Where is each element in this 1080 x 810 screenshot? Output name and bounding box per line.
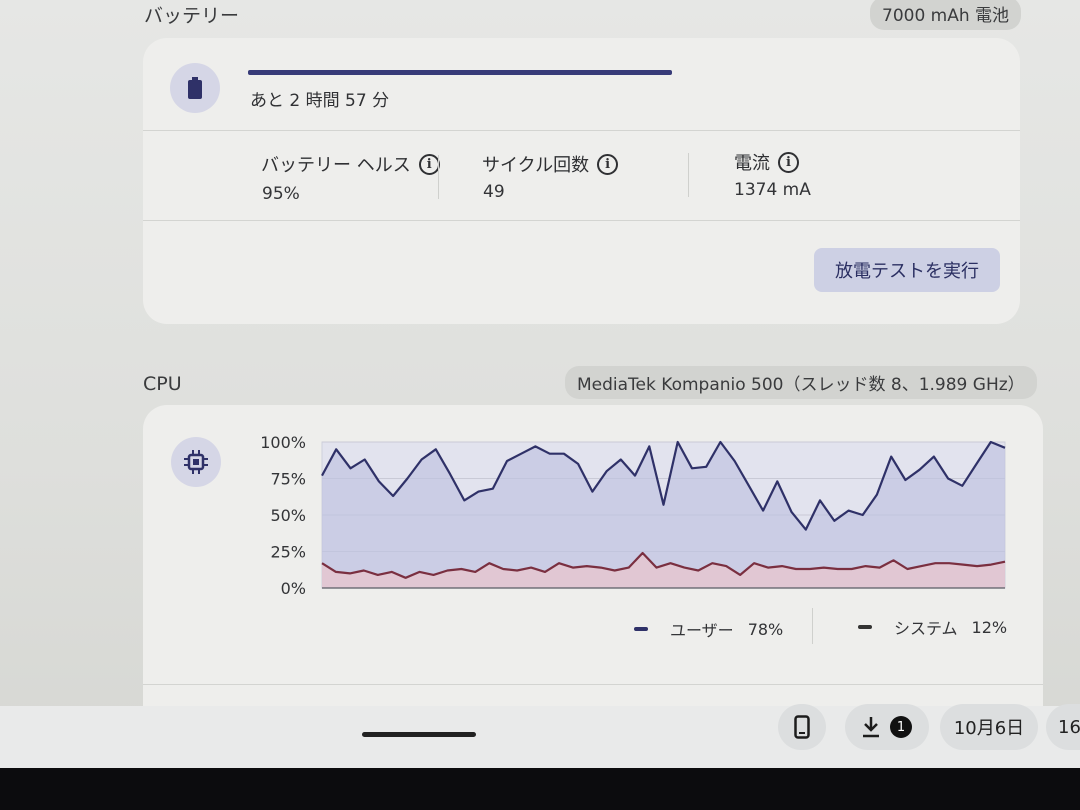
legend-divider <box>812 608 813 644</box>
date-button[interactable]: 10月6日 <box>940 704 1038 750</box>
legend-user-value: 78% <box>747 619 784 639</box>
battery-health-label: バッテリー ヘルス i <box>261 151 440 177</box>
battery-time-remaining: あと 2 時間 57 分 <box>250 91 390 111</box>
phone-hub-icon <box>794 715 810 739</box>
y-tick-label: 75% <box>270 470 306 489</box>
cycle-count-label: サイクル回数 i <box>482 151 619 177</box>
legend-system-swatch <box>858 625 872 629</box>
y-tick-label: 0% <box>281 579 306 598</box>
battery-divider-top <box>143 130 1020 131</box>
battery-section-title: バッテリー <box>144 5 240 27</box>
cpu-usage-chart: 100% 75% 50% 25% 0% <box>260 433 1006 598</box>
current-value: 1374 mA <box>734 180 811 200</box>
cpu-chip-icon <box>171 437 221 487</box>
legend-system: システム 12% <box>858 615 1007 639</box>
info-icon[interactable]: i <box>778 151 799 173</box>
home-gesture-handle[interactable] <box>362 732 476 737</box>
legend-system-value: 12% <box>971 617 1008 637</box>
y-tick-label: 25% <box>270 543 306 562</box>
cpu-section-title: CPU <box>143 373 182 395</box>
date-label: 10月6日 <box>953 718 1025 739</box>
battery-health-label-text: バッテリー ヘルス <box>261 155 411 176</box>
y-tick-label: 50% <box>270 506 306 525</box>
cpu-model-chip: MediaTek Kompanio 500（スレッド数 8、1.989 GHz） <box>565 366 1037 399</box>
stat-divider <box>438 155 439 199</box>
legend-user-label: ユーザー <box>670 621 734 640</box>
download-tray-button[interactable]: 1 <box>845 704 929 750</box>
legend-user: ユーザー 78% <box>634 617 783 641</box>
cycle-count-value: 49 <box>483 182 505 202</box>
download-icon <box>863 717 879 738</box>
current-label: 電流 i <box>734 149 799 175</box>
cycle-count-label-text: サイクル回数 <box>482 155 590 176</box>
info-icon[interactable]: i <box>597 153 619 175</box>
time-label: 16 <box>1058 716 1080 738</box>
phone-hub-button[interactable] <box>778 704 826 750</box>
discharge-test-button[interactable]: 放電テストを実行 <box>814 248 1000 292</box>
battery-charge-bar <box>248 70 672 75</box>
screen: バッテリー 7000 mAh 電池 あと 2 時間 57 分 バッテリー ヘルス… <box>0 0 1080 768</box>
battery-icon <box>170 63 220 113</box>
legend-system-label: システム <box>894 619 958 638</box>
legend-user-swatch <box>634 627 648 631</box>
cpu-card-divider <box>143 684 1043 685</box>
y-tick-label: 100% <box>260 433 306 452</box>
current-label-text: 電流 <box>734 153 770 174</box>
stat-divider <box>688 153 689 197</box>
download-count-badge: 1 <box>890 716 912 738</box>
battery-capacity-chip: 7000 mAh 電池 <box>870 0 1022 30</box>
battery-health-value: 95% <box>262 184 300 204</box>
info-icon[interactable]: i <box>418 153 440 175</box>
battery-divider-bottom <box>143 220 1020 221</box>
